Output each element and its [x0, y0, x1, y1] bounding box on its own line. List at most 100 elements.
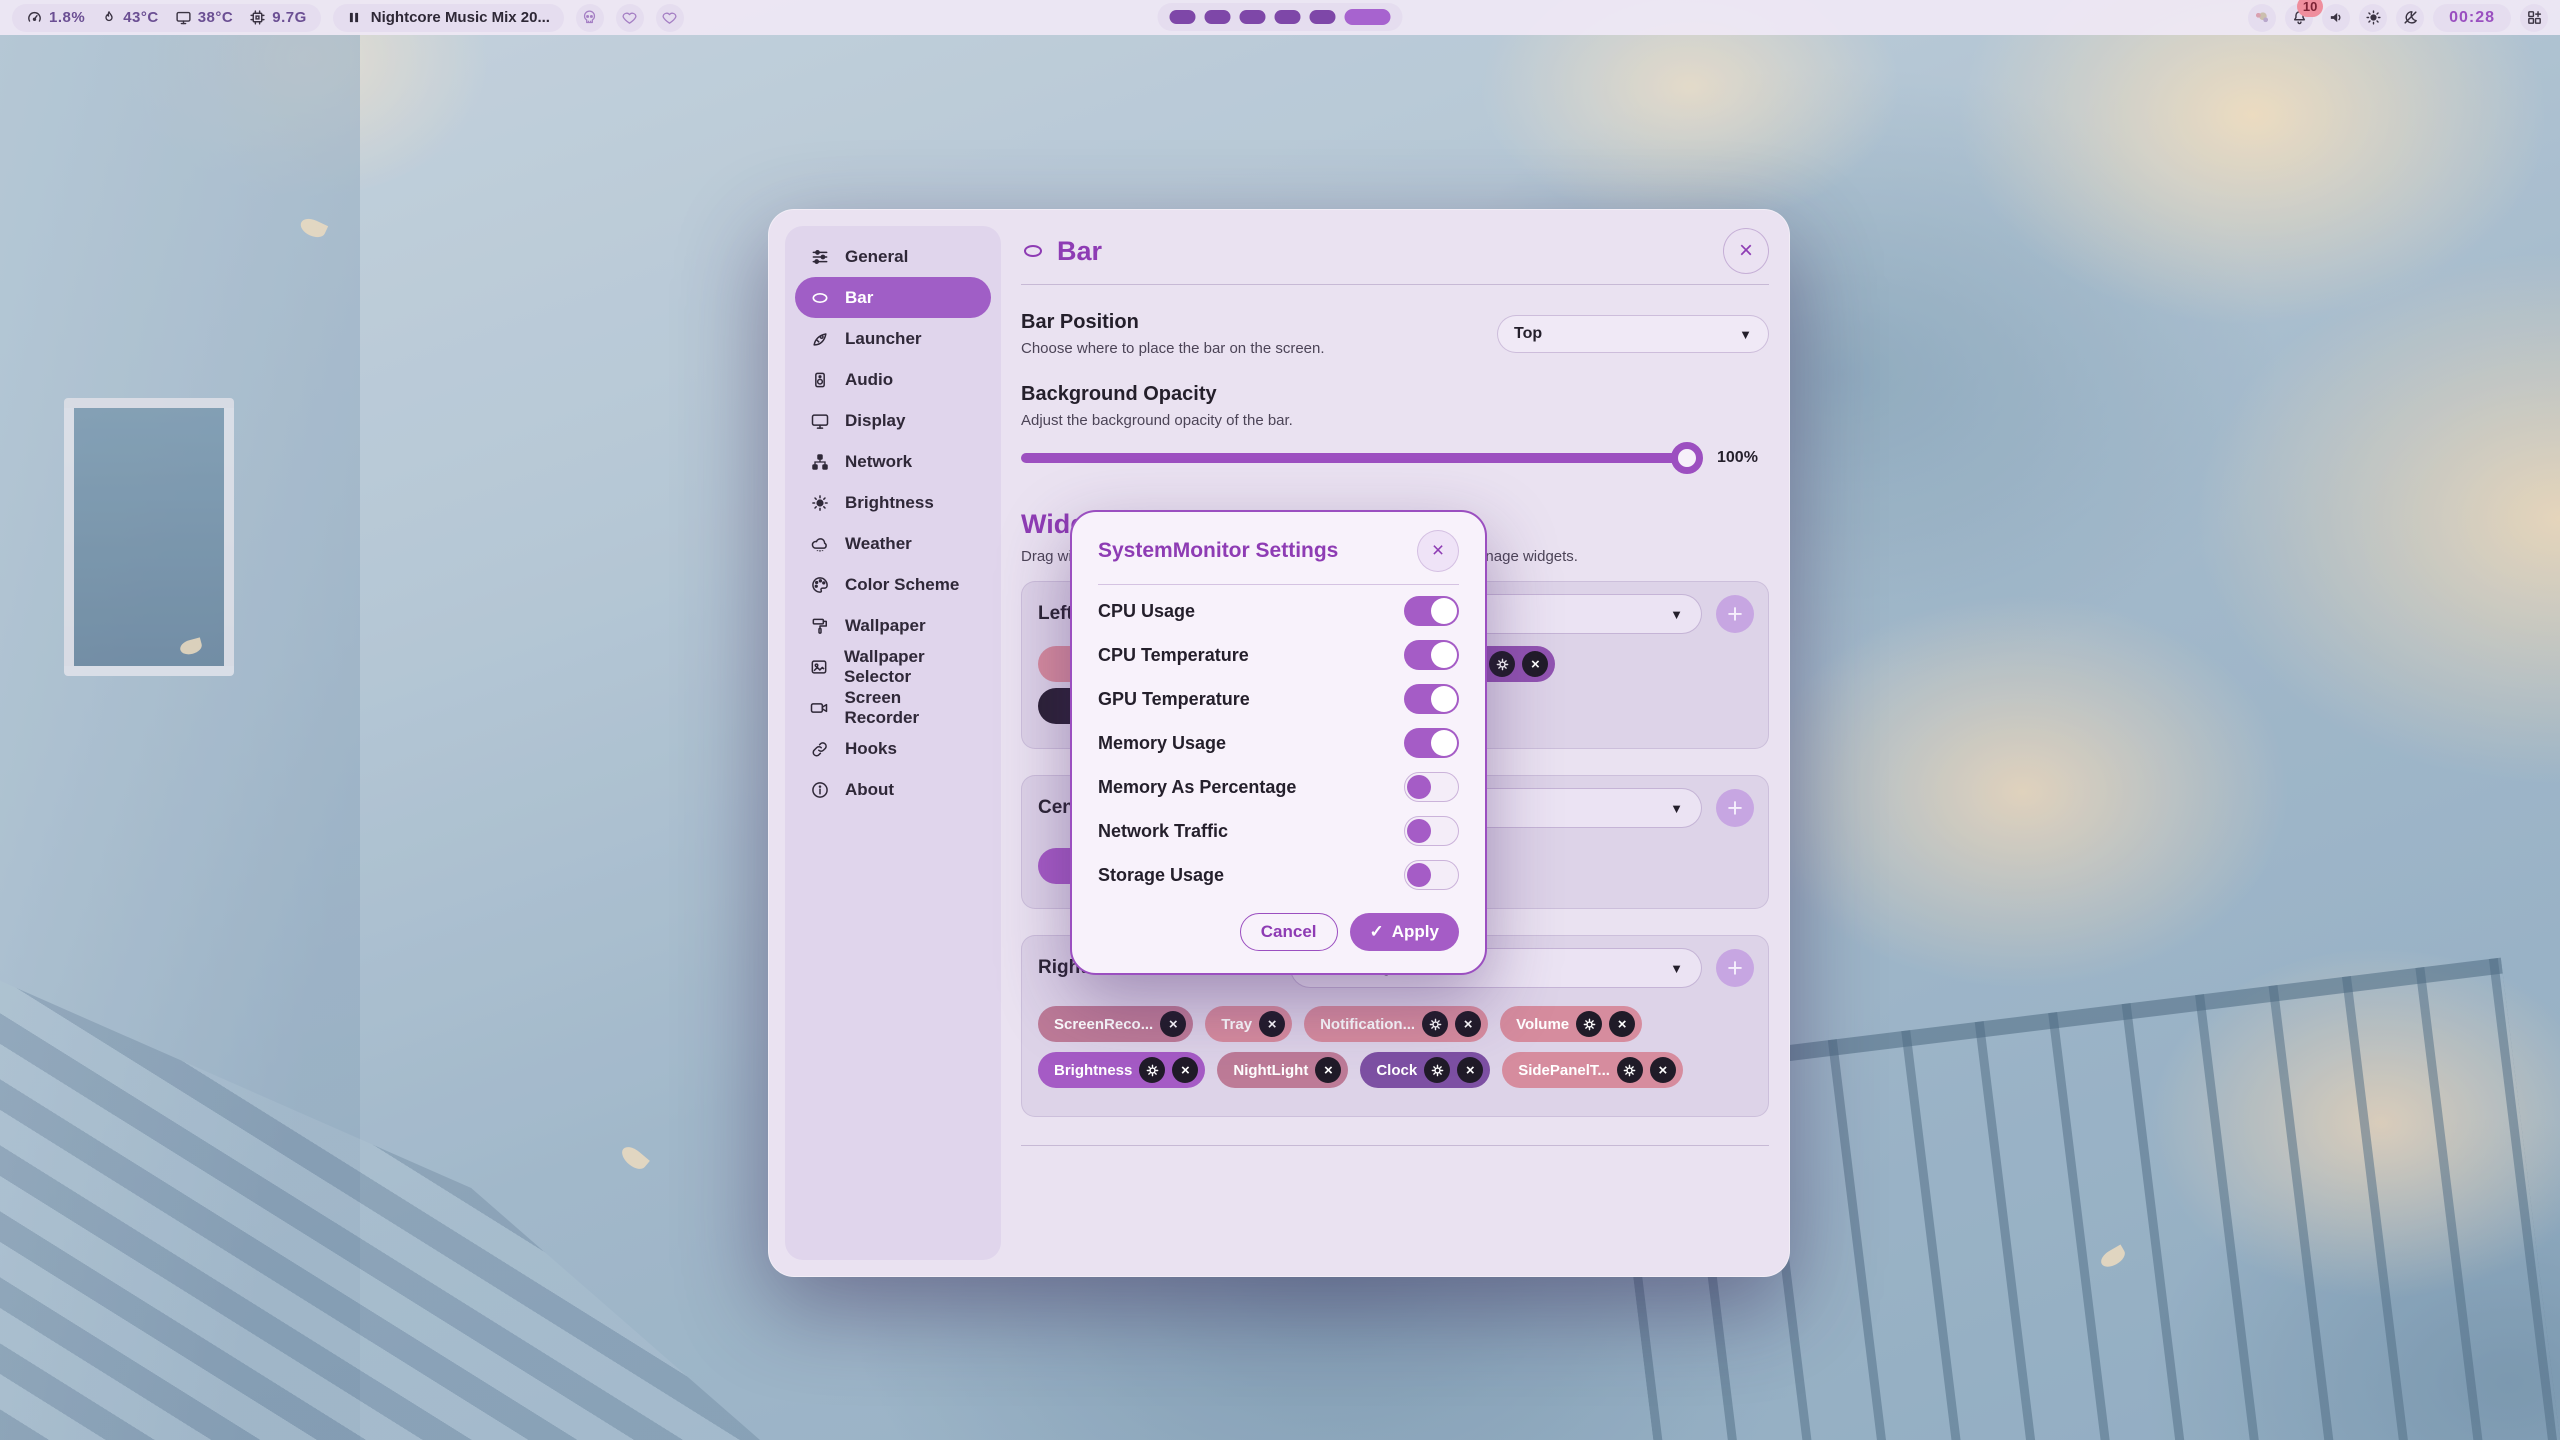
gear-icon[interactable]: [1422, 1011, 1448, 1037]
gear-icon[interactable]: [1139, 1057, 1165, 1083]
close-icon[interactable]: ×: [1455, 1011, 1481, 1037]
apps-grid-icon: [2526, 9, 2543, 26]
palette-icon: [809, 575, 830, 595]
sidebar-item-launcher[interactable]: Launcher: [795, 318, 991, 359]
media-title: Nightcore Music Mix 20...: [371, 9, 550, 26]
header-divider: [1021, 284, 1769, 285]
opacity-slider[interactable]: [1021, 453, 1701, 463]
flame-icon: [101, 9, 117, 26]
media-player-pill[interactable]: Nightcore Music Mix 20...: [333, 4, 564, 32]
toggle-row-gpu-temperature: GPU Temperature: [1098, 677, 1459, 721]
widget-chip-tray[interactable]: Tray ×: [1205, 1006, 1292, 1042]
sidebar-item-about[interactable]: About: [795, 769, 991, 810]
bar-pill-icon: [809, 288, 830, 308]
heart-button-2[interactable]: [656, 4, 684, 32]
widget-chip-volume[interactable]: Volume ×: [1500, 1006, 1642, 1042]
sidebar-item-general[interactable]: General: [795, 236, 991, 277]
sidebar-item-weather[interactable]: Weather: [795, 523, 991, 564]
dashboard-button[interactable]: [2520, 4, 2548, 32]
modal-title: SystemMonitor Settings: [1098, 539, 1338, 563]
workspace-indicator[interactable]: [1158, 3, 1403, 31]
center-add-widget-button[interactable]: +: [1716, 789, 1754, 827]
modal-close-button[interactable]: ×: [1417, 530, 1459, 572]
widget-chip-screenrecorder[interactable]: ScreenReco... ×: [1038, 1006, 1193, 1042]
sidebar-item-bar[interactable]: Bar: [795, 277, 991, 318]
network-icon: [809, 452, 830, 472]
gear-icon[interactable]: [1424, 1057, 1450, 1083]
videocam-icon: [809, 698, 829, 718]
close-icon[interactable]: ×: [1172, 1057, 1198, 1083]
sidebar-item-display[interactable]: Display: [795, 400, 991, 441]
cancel-button[interactable]: Cancel: [1240, 913, 1338, 951]
widget-chip-notification[interactable]: Notification... ×: [1304, 1006, 1488, 1042]
tray-app-button[interactable]: [2248, 4, 2276, 32]
workspace-dot[interactable]: [1170, 10, 1196, 24]
brightness-button[interactable]: [2359, 4, 2387, 32]
heart-button-1[interactable]: [616, 4, 644, 32]
sidebar-item-brightness[interactable]: Brightness: [795, 482, 991, 523]
workspace-dot[interactable]: [1310, 10, 1336, 24]
page-title: Bar: [1057, 236, 1102, 267]
widget-chip-clock[interactable]: Clock ×: [1360, 1052, 1490, 1088]
window-close-button[interactable]: ×: [1723, 228, 1769, 274]
settings-sidebar: General Bar Launcher Audio Display Netwo…: [785, 226, 1001, 1260]
widget-chip-brightness[interactable]: Brightness ×: [1038, 1052, 1205, 1088]
bar-position-dropdown[interactable]: Top ▼: [1497, 315, 1769, 353]
system-stats-pill[interactable]: 1.8% 43°C 38°C: [12, 4, 321, 32]
left-add-widget-button[interactable]: +: [1716, 595, 1754, 633]
storage-usage-toggle[interactable]: [1404, 860, 1459, 890]
sliders-icon: [809, 247, 830, 267]
close-icon[interactable]: ×: [1315, 1057, 1341, 1083]
sidebar-item-wallpaper[interactable]: Wallpaper: [795, 605, 991, 646]
memory-usage-toggle[interactable]: [1404, 728, 1459, 758]
close-icon[interactable]: ×: [1259, 1011, 1285, 1037]
close-icon[interactable]: ×: [1522, 651, 1548, 677]
sidebar-item-wallpaper-selector[interactable]: Wallpaper Selector: [795, 646, 991, 687]
right-add-widget-button[interactable]: +: [1716, 949, 1754, 987]
cpu-usage-toggle[interactable]: [1404, 596, 1459, 626]
monitor-icon: [809, 411, 830, 431]
skull-button[interactable]: [576, 4, 604, 32]
memory-as-percentage-toggle[interactable]: [1404, 772, 1459, 802]
clock[interactable]: 00:28: [2433, 4, 2511, 32]
volume-button[interactable]: [2322, 4, 2350, 32]
workspace-dot[interactable]: [1275, 10, 1301, 24]
gear-icon[interactable]: [1489, 651, 1515, 677]
gpu-temperature-toggle[interactable]: [1404, 684, 1459, 714]
rocket-icon: [809, 329, 830, 349]
notifications-button[interactable]: 10: [2285, 4, 2313, 32]
bar-pill-icon: [1021, 239, 1045, 263]
gear-icon[interactable]: [1576, 1011, 1602, 1037]
network-traffic-toggle[interactable]: [1404, 816, 1459, 846]
widget-chip-sidepanel[interactable]: SidePanelT... ×: [1502, 1052, 1683, 1088]
heart-icon: [621, 9, 638, 26]
top-bar: 1.8% 43°C 38°C: [0, 0, 2560, 35]
close-icon[interactable]: ×: [1609, 1011, 1635, 1037]
close-icon[interactable]: ×: [1160, 1011, 1186, 1037]
cpu-temperature-toggle[interactable]: [1404, 640, 1459, 670]
sidebar-item-audio[interactable]: Audio: [795, 359, 991, 400]
apply-button[interactable]: ✓Apply: [1350, 913, 1459, 951]
night-light-button[interactable]: [2396, 4, 2424, 32]
cpu-temp-stat: 43°C: [101, 9, 159, 26]
sidebar-item-screen-recorder[interactable]: Screen Recorder: [795, 687, 991, 728]
speaker-box-icon: [809, 370, 830, 390]
workspace-dot[interactable]: [1240, 10, 1266, 24]
heart-icon: [661, 9, 678, 26]
gear-icon[interactable]: [1617, 1057, 1643, 1083]
memory-stat: 9.7G: [249, 9, 307, 26]
sidebar-item-hooks[interactable]: Hooks: [795, 728, 991, 769]
opacity-slider-handle[interactable]: [1671, 442, 1703, 474]
sun-icon: [2365, 9, 2382, 26]
widget-chip-nightlight[interactable]: NightLight ×: [1217, 1052, 1348, 1088]
gauge-icon: [26, 9, 43, 26]
top-bar-right: 10 00:28: [2248, 4, 2548, 32]
close-icon[interactable]: ×: [1650, 1057, 1676, 1083]
close-icon[interactable]: ×: [1457, 1057, 1483, 1083]
panel-header: Bar ×: [1021, 228, 1769, 274]
workspace-dot[interactable]: [1205, 10, 1231, 24]
sidebar-item-color-scheme[interactable]: Color Scheme: [795, 564, 991, 605]
sidebar-item-network[interactable]: Network: [795, 441, 991, 482]
background-opacity-description: Adjust the background opacity of the bar…: [1021, 412, 1769, 429]
workspace-dot-active[interactable]: [1345, 9, 1391, 25]
